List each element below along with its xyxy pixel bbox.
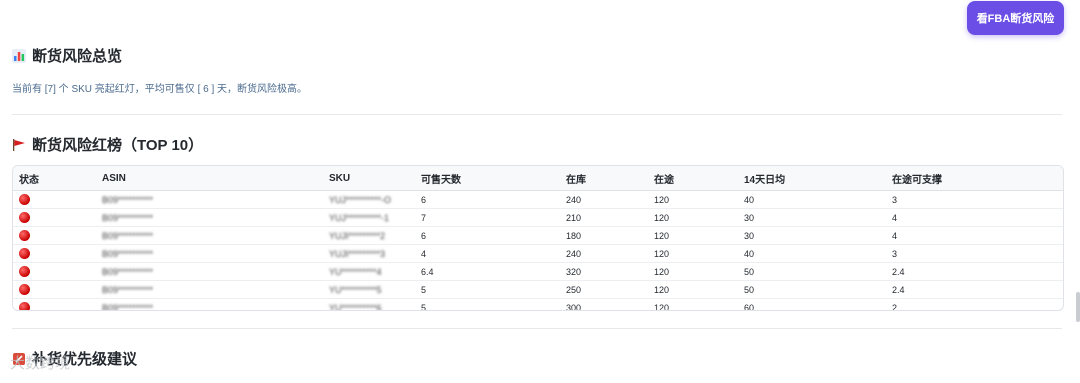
avg14-cell: 60 [744,302,755,311]
support-cell: 4 [886,226,1063,245]
ranking-title-text: 断货风险红榜（TOP 10） [32,137,204,154]
watermark-logo: 大数跨境 [10,352,70,373]
red-status-icon [19,284,30,296]
bar-chart-icon [12,48,26,63]
column-header: 在途 [648,166,738,191]
table-row[interactable]: B09********** YUJI*********2 6 180 120 30 4 [13,226,1063,245]
asin-cell: B09********** [96,244,323,263]
support-cell: 2 [892,302,898,311]
risk-summary-text: 当前有 [7] 个 SKU 亮起红灯，平均可售仅 [ 6 ] 天，断货风险极高。 [12,84,308,95]
asin-cell: B09********** [96,280,323,299]
stock-cell: 300 [566,302,582,311]
divider [12,114,1062,115]
stock-cell: 240 [560,244,648,263]
table-header-row: 状态 ASIN SKU 可售天数 在库 在途 14天日均 在途可支撑 [13,166,1063,191]
table-row[interactable]: B09********** YU**********5 5 250 120 50 2.4 [13,280,1063,299]
status-cell [13,208,96,227]
avg14-cell: 30 [738,208,886,227]
status-cell [13,299,96,310]
sku-cell: YUJI*********2 [323,226,415,245]
sku-cell: YU**********5 [323,280,415,299]
stock-cell: 240 [560,190,648,209]
red-status-icon [19,230,30,242]
days-cell: 6 [415,226,560,245]
column-header: 在途可支撑 [886,166,1063,191]
days-cell: 6.4 [415,262,560,281]
transit-cell: 120 [648,280,738,299]
asin-cell: B09********** [96,190,323,209]
column-header: 状态 [13,166,96,191]
overview-title-text: 断货风险总览 [32,48,123,65]
stock-cell: 210 [560,208,648,227]
avg14-cell: 50 [738,280,886,299]
sku-cell: YU**********4 [323,262,415,281]
red-status-icon [19,248,30,260]
days-cell: 5 [415,280,560,299]
support-cell: 4 [886,208,1063,227]
sku-cell: YU**********6 [329,302,382,311]
transit-cell: 120 [654,302,670,311]
avg14-cell: 40 [738,190,886,209]
days-cell: 6 [415,190,560,209]
divider [12,328,1062,329]
table-row[interactable]: B09********** YU**********4 6.4 320 120 50 2.4 [13,262,1063,281]
stockout-risk-table: 状态 ASIN SKU 可售天数 在库 在途 14天日均 在途可支撑 B09*********… [12,165,1064,311]
table-row[interactable]: B09********** YUJ**********-O 6 240 120 40 3 [13,190,1063,209]
sku-cell: YUJI*********3 [323,244,415,263]
sku-cell: YUJ**********-O [323,190,415,209]
asin-cell: B09********** [96,226,323,245]
table-row[interactable]: B09********** YU**********6 5 300 120 60 2 [13,299,1063,311]
days-cell: 5 [421,302,427,311]
red-status-icon [19,212,30,224]
stock-cell: 250 [560,280,648,299]
status-cell [13,190,96,209]
support-cell: 2.4 [886,262,1063,281]
stock-cell: 320 [560,262,648,281]
transit-cell: 120 [648,244,738,263]
column-header: 在库 [560,166,648,191]
asin-cell: B09********** [96,262,323,281]
table-row[interactable]: B09********** YUJI*********3 4 240 120 40 3 [13,244,1063,263]
support-cell: 2.4 [886,280,1063,299]
avg14-cell: 30 [738,226,886,245]
watermark-text: 大数跨境 [10,355,71,372]
column-header: SKU [323,166,415,191]
days-cell: 7 [415,208,560,227]
table-row[interactable]: B09********** YUJ**********-1 7 210 120 30 4 [13,208,1063,227]
overview-section-title: 断货风险总览 [12,45,122,66]
stock-cell: 180 [560,226,648,245]
column-header: 14天日均 [738,166,886,191]
sku-cell: YUJ**********-1 [323,208,415,227]
status-cell [13,226,96,245]
view-fba-stockout-risk-button[interactable]: 看FBA断货风险 [967,1,1064,35]
status-cell [13,280,96,299]
red-flag-icon [12,138,26,152]
transit-cell: 120 [648,208,738,227]
status-cell [13,262,96,281]
days-cell: 4 [415,244,560,263]
column-header: 可售天数 [415,166,560,191]
red-status-icon [19,266,30,278]
transit-cell: 120 [648,226,738,245]
avg14-cell: 50 [738,262,886,281]
red-status-icon [19,302,30,310]
ranking-section-title: 断货风险红榜（TOP 10） [12,134,203,155]
transit-cell: 120 [648,262,738,281]
asin-cell: B09********** [96,208,323,227]
transit-cell: 120 [648,190,738,209]
red-status-icon [19,194,30,206]
asin-cell: B09********** [102,302,154,311]
support-cell: 3 [886,244,1063,263]
support-cell: 3 [886,190,1063,209]
avg14-cell: 40 [738,244,886,263]
column-header: ASIN [96,166,323,191]
status-cell [13,244,96,263]
scrollbar[interactable] [1076,292,1080,322]
